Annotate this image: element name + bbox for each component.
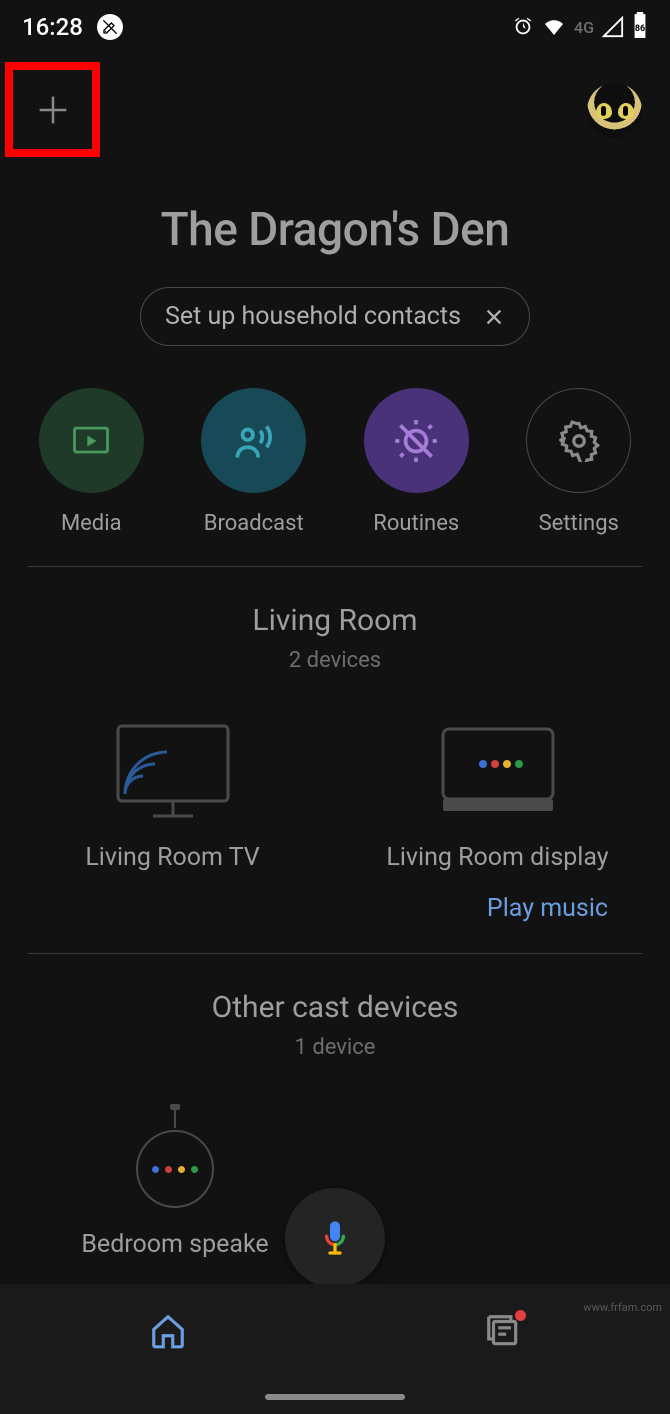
device-display[interactable]: Living Room display: [348, 721, 648, 872]
status-bar: 16:28 4G 86: [0, 0, 670, 50]
nav-handle[interactable]: [265, 1394, 405, 1400]
battery-icon: 86: [632, 12, 648, 42]
quick-broadcast-label: Broadcast: [204, 511, 304, 536]
divider: [28, 566, 642, 567]
gear-icon: [558, 420, 600, 462]
close-icon[interactable]: [483, 306, 505, 328]
pill-label: Set up household contacts: [165, 302, 461, 331]
mic-fab[interactable]: [285, 1188, 385, 1288]
quick-settings-label: Settings: [539, 511, 619, 536]
quick-routines[interactable]: Routines: [341, 388, 491, 536]
display-icon: [423, 721, 573, 821]
nav-home[interactable]: [0, 1312, 335, 1354]
status-time: 16:28: [22, 13, 83, 41]
home-title: The Dragon's Den: [0, 203, 670, 257]
room-other-sub: 1 device: [0, 1035, 670, 1060]
broadcast-icon: [229, 416, 279, 466]
speaker-icon: [130, 1108, 220, 1208]
device-speaker-label: Bedroom speake: [81, 1230, 268, 1259]
status-icons: 4G 86: [512, 12, 648, 42]
quick-routines-label: Routines: [373, 511, 459, 536]
play-music-link[interactable]: Play music: [0, 872, 670, 923]
media-icon: [69, 419, 113, 463]
routines-icon: [391, 416, 441, 466]
device-display-label: Living Room display: [386, 843, 608, 872]
quick-settings[interactable]: Settings: [504, 388, 654, 536]
mic-icon: [315, 1218, 355, 1258]
device-speaker[interactable]: Bedroom speake: [60, 1108, 290, 1259]
alarm-icon: [512, 16, 534, 38]
quick-actions-row: Media Broadcast Routines Settings: [0, 346, 670, 536]
signal-icon: [602, 16, 624, 38]
edit-off-icon: [97, 14, 123, 40]
room-living-title: Living Room: [0, 603, 670, 638]
living-devices-row: Living Room TV Living Room display: [0, 721, 670, 872]
device-tv-label: Living Room TV: [85, 843, 259, 872]
network-label: 4G: [574, 18, 594, 37]
quick-broadcast[interactable]: Broadcast: [179, 388, 329, 536]
wifi-icon: [542, 15, 566, 39]
tv-cast-icon: [103, 721, 243, 821]
quick-media[interactable]: Media: [16, 388, 166, 536]
nav-feed[interactable]: [335, 1312, 670, 1354]
notification-dot: [515, 1310, 526, 1321]
app-header: [0, 50, 670, 157]
home-icon: [149, 1312, 187, 1350]
plus-icon: [33, 90, 73, 130]
bottom-nav: [0, 1284, 670, 1414]
avatar[interactable]: [587, 83, 642, 138]
watermark: www.frfam.com: [583, 1301, 662, 1314]
setup-contacts-pill[interactable]: Set up household contacts: [140, 287, 530, 346]
quick-media-label: Media: [61, 511, 122, 536]
divider: [28, 953, 642, 954]
room-other-title: Other cast devices: [0, 990, 670, 1025]
device-tv[interactable]: Living Room TV: [23, 721, 323, 872]
room-living-sub: 2 devices: [0, 648, 670, 673]
add-button[interactable]: [5, 62, 100, 157]
